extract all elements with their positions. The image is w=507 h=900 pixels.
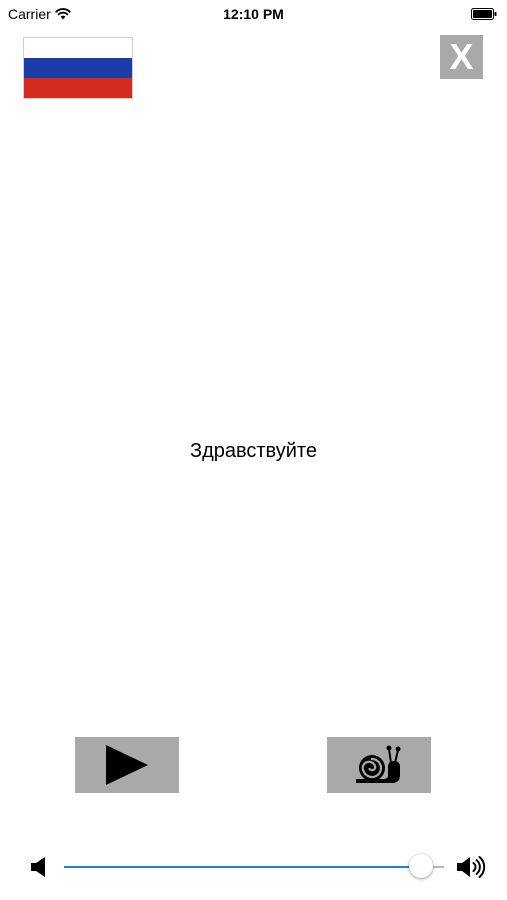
- volume-control: [0, 850, 507, 884]
- russia-flag-icon[interactable]: [23, 37, 133, 99]
- phrase-text: Здравствуйте: [190, 440, 317, 462]
- volume-slider-thumb[interactable]: [409, 854, 434, 878]
- flag-stripe-white: [24, 38, 132, 58]
- snail-icon: [356, 745, 401, 783]
- play-icon: [106, 745, 148, 785]
- play-button[interactable]: [75, 737, 179, 793]
- battery-icon: [471, 8, 497, 20]
- close-button[interactable]: X: [440, 35, 483, 79]
- flag-stripe-blue: [24, 57, 132, 78]
- volume-slider-fill: [64, 866, 422, 868]
- volume-slider[interactable]: [64, 854, 444, 878]
- volume-max-icon: [457, 856, 486, 878]
- volume-min-icon: [31, 857, 45, 877]
- slow-playback-button[interactable]: [327, 737, 431, 793]
- flag-stripe-red: [24, 77, 132, 98]
- status-bar: Carrier 12:10 PM: [0, 0, 507, 28]
- status-time: 12:10 PM: [223, 6, 284, 22]
